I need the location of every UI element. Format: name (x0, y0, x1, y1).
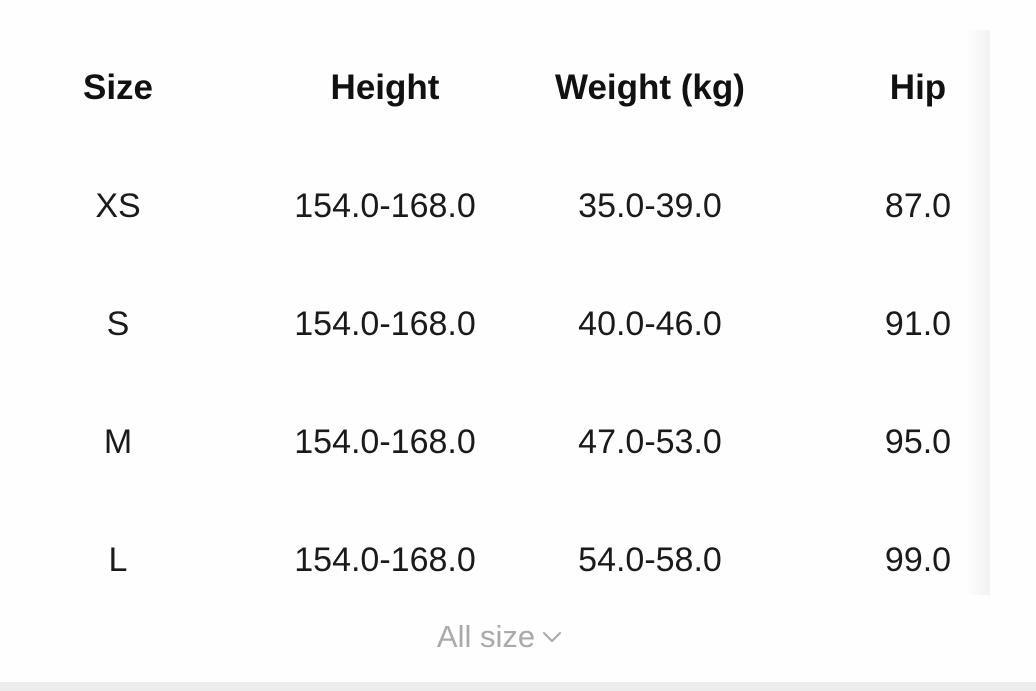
cell-size: XS (95, 187, 141, 225)
size-table[interactable]: Size Height Weight (kg) Hip XS 154.0-168… (0, 30, 990, 595)
cell-size: M (103, 423, 133, 461)
table-header-row: Size Height Weight (kg) Hip (0, 48, 990, 128)
cell-height: 154.0-168.0 (294, 541, 476, 579)
chevron-down-icon (541, 626, 563, 648)
cell-size: L (108, 541, 128, 579)
cell-weight: 40.0-46.0 (578, 305, 722, 343)
all-size-label: All size (436, 619, 536, 654)
cell-height: 154.0-168.0 (294, 187, 476, 225)
bottom-divider (0, 682, 1036, 691)
cell-size: S (106, 305, 130, 343)
cell-weight: 54.0-58.0 (578, 541, 722, 579)
size-chart-page: Size Height Weight (kg) Hip XS 154.0-168… (0, 0, 1036, 691)
table-row: L 154.0-168.0 54.0-58.0 99.0 (0, 520, 990, 595)
cell-height: 154.0-168.0 (294, 423, 476, 461)
table-row: M 154.0-168.0 47.0-53.0 95.0 (0, 402, 990, 482)
header-height: Height (330, 68, 440, 107)
table-row: S 154.0-168.0 40.0-46.0 91.0 (0, 284, 990, 364)
table-row: XS 154.0-168.0 35.0-39.0 87.0 (0, 166, 990, 246)
all-size-button[interactable]: All size (390, 612, 610, 662)
horizontal-scroll-fade (966, 30, 990, 595)
cell-height: 154.0-168.0 (294, 305, 476, 343)
cell-weight: 47.0-53.0 (578, 423, 722, 461)
header-size: Size (82, 68, 154, 107)
header-weight: Weight (kg) (555, 68, 745, 107)
cell-weight: 35.0-39.0 (578, 187, 722, 225)
